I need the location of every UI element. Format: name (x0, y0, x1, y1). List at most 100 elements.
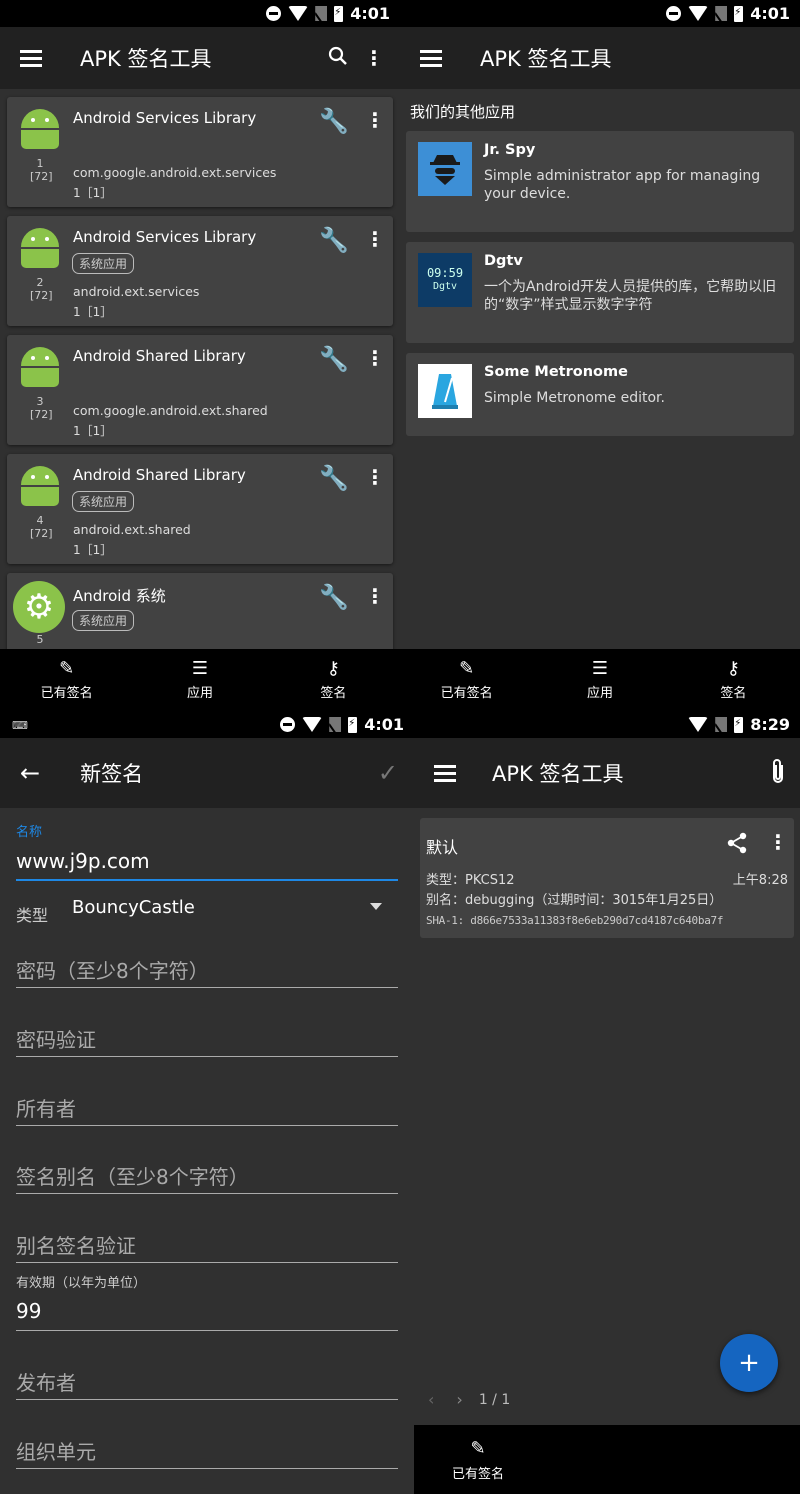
nav-apps[interactable]: ☰ 应用 (533, 649, 666, 711)
nav-apps[interactable]: ☰ 应用 (133, 649, 266, 711)
wrench-icon[interactable]: 🔧 (319, 226, 349, 254)
signature-card[interactable]: 默认 ⋮ 类型：PKCS12 上午8:28 别名：debugging（过期时间：… (420, 818, 794, 938)
app-version: 1［1］ (73, 424, 113, 438)
wifi-icon (302, 717, 323, 732)
wrench-icon[interactable]: 🔧 (319, 107, 349, 135)
app-card[interactable]: 2 [72] Android Services Library 系统应用 andr… (7, 216, 393, 326)
app-api: [72] (30, 408, 53, 421)
bottom-navigation: ✎ 已有签名 (414, 1425, 800, 1494)
more-options-icon[interactable]: ⋮ (365, 584, 385, 608)
app-package: android.ext.services (73, 284, 200, 299)
app-name: Android Services Library (73, 109, 257, 127)
app-name: Android 系统 (73, 587, 166, 605)
key-icon: ⚷ (326, 657, 340, 679)
status-bar: 4:01 (0, 0, 400, 27)
promo-app-card[interactable]: 09:59 Dgtv Dgtv 一个为Android开发人员提供的库，它帮助以旧… (406, 242, 794, 343)
search-icon[interactable] (320, 46, 356, 71)
wrench-icon[interactable]: 🔧 (319, 345, 349, 373)
app-list-screen: 4:01 APK 签名工具 ⋮ 1[72] Android Services L… (0, 0, 400, 711)
bottom-navigation: ✎ 已有签名 ☰ 应用 ⚷ 签名 (0, 649, 400, 711)
menu-icon[interactable] (434, 765, 456, 782)
promo-app-description: Simple Metronome editor. (484, 390, 665, 406)
more-options-icon[interactable]: ⋮ (365, 227, 385, 251)
app-title: APK 签名工具 (80, 47, 212, 71)
app-card[interactable]: 4 [72] Android Shared Library 系统应用 androi… (7, 454, 393, 564)
dnd-icon (280, 717, 296, 732)
pencil-icon: ✎ (459, 657, 475, 679)
promo-app-card[interactable]: Some Metronome Simple Metronome editor. (406, 353, 794, 436)
app-name: Android Shared Library (73, 466, 246, 484)
nav-signatures[interactable]: ✎ 已有签名 (400, 649, 533, 711)
org-unit-input[interactable]: 组织单元 (16, 1432, 398, 1469)
validity-input[interactable]: 99 (16, 1295, 398, 1331)
issuer-input[interactable]: 发布者 (16, 1363, 398, 1400)
owner-input[interactable]: 所有者 (16, 1089, 398, 1126)
password-confirm-input[interactable]: 密码验证 (16, 1020, 398, 1057)
check-icon[interactable]: ✓ (378, 759, 398, 787)
nav-label: 已有签名 (451, 1466, 504, 1482)
nav-label: 已有签名 (440, 685, 493, 701)
pencil-icon: ✎ (59, 657, 75, 679)
keyboard-icon: ⌨ (12, 719, 28, 732)
app-bar: ← 新签名 ✓ (0, 738, 414, 808)
next-page-icon[interactable]: › (456, 1390, 462, 1409)
more-options-icon[interactable]: ⋮ (356, 46, 392, 70)
nav-sign[interactable]: ⚷ 签名 (267, 649, 400, 711)
system-app-badge: 系统应用 (72, 253, 135, 274)
alias-placeholder: 签名别名（至少8个字符） (16, 1165, 249, 1189)
back-arrow-icon[interactable]: ← (20, 759, 40, 787)
add-signature-button[interactable]: + (720, 1334, 778, 1392)
alias-confirm-placeholder: 别名签名验证 (16, 1234, 136, 1258)
menu-icon[interactable] (20, 50, 42, 67)
status-time: 8:29 (750, 715, 790, 734)
other-apps-screen: 4:01 APK 签名工具 我们的其他应用 Jr. Spy Simple adm… (400, 0, 800, 711)
app-card[interactable]: 1 [72] Android Services Library com.googl… (7, 97, 393, 207)
clock-icon-label: Dgtv (432, 281, 458, 292)
wifi-icon (688, 717, 709, 732)
nav-label: 签名 (720, 685, 747, 701)
attachment-icon[interactable] (770, 757, 786, 789)
prev-page-icon[interactable]: ‹ (428, 1390, 434, 1409)
more-options-icon[interactable]: ⋮ (365, 108, 385, 132)
promo-app-card[interactable]: Jr. Spy Simple administrator app for man… (406, 131, 794, 232)
nav-signatures[interactable]: ✎ 已有签名 (414, 1425, 542, 1494)
settings-gear-icon: ⚙ (13, 581, 65, 633)
section-title: 我们的其他应用 (410, 103, 516, 121)
nav-signatures[interactable]: ✎ 已有签名 (0, 649, 133, 711)
validity-value: 99 (16, 1299, 42, 1323)
nav-sign[interactable]: ⚷ 签名 (667, 649, 800, 711)
add-icon: + (738, 1348, 760, 1378)
share-icon[interactable] (726, 832, 748, 858)
app-version: 1［1］ (73, 543, 113, 557)
page-indicator: 1 / 1 (478, 1391, 511, 1408)
wrench-icon[interactable]: 🔧 (319, 464, 349, 492)
menu-icon[interactable] (420, 50, 442, 67)
more-options-icon[interactable]: ⋮ (365, 346, 385, 370)
type-select[interactable]: BouncyCastle (72, 897, 382, 927)
app-name: Android Shared Library (73, 347, 246, 365)
app-card[interactable]: 3 [72] Android Shared Library com.google.… (7, 335, 393, 445)
promo-app-name: Some Metronome (484, 364, 628, 380)
wrench-icon[interactable]: 🔧 (319, 583, 349, 611)
signature-title: 默认 (426, 838, 459, 857)
alias-confirm-input[interactable]: 别名签名验证 (16, 1226, 398, 1263)
app-index: 4 (36, 514, 44, 527)
nav-label: 应用 (586, 685, 613, 701)
app-api: [72] (30, 289, 53, 302)
more-options-icon[interactable]: ⋮ (365, 465, 385, 489)
list-icon: ☰ (591, 657, 609, 679)
dnd-icon (266, 6, 282, 21)
more-options-icon[interactable]: ⋮ (768, 830, 788, 854)
status-bar: ⌨ 4:01 (0, 711, 414, 738)
alias-input[interactable]: 签名别名（至少8个字符） (16, 1157, 398, 1194)
issuer-placeholder: 发布者 (16, 1371, 76, 1395)
name-input[interactable]: www.j9p.com (16, 847, 398, 881)
name-value: www.j9p.com (16, 849, 150, 873)
password-input[interactable]: 密码（至少8个字符） (16, 951, 398, 988)
status-time: 4:01 (750, 4, 790, 23)
app-index: 3 (36, 395, 44, 408)
pagination: ‹ › 1 / 1 (428, 1390, 510, 1409)
password-confirm-placeholder: 密码验证 (16, 1028, 96, 1052)
org-unit-placeholder: 组织单元 (16, 1440, 96, 1464)
dnd-icon (666, 6, 682, 21)
